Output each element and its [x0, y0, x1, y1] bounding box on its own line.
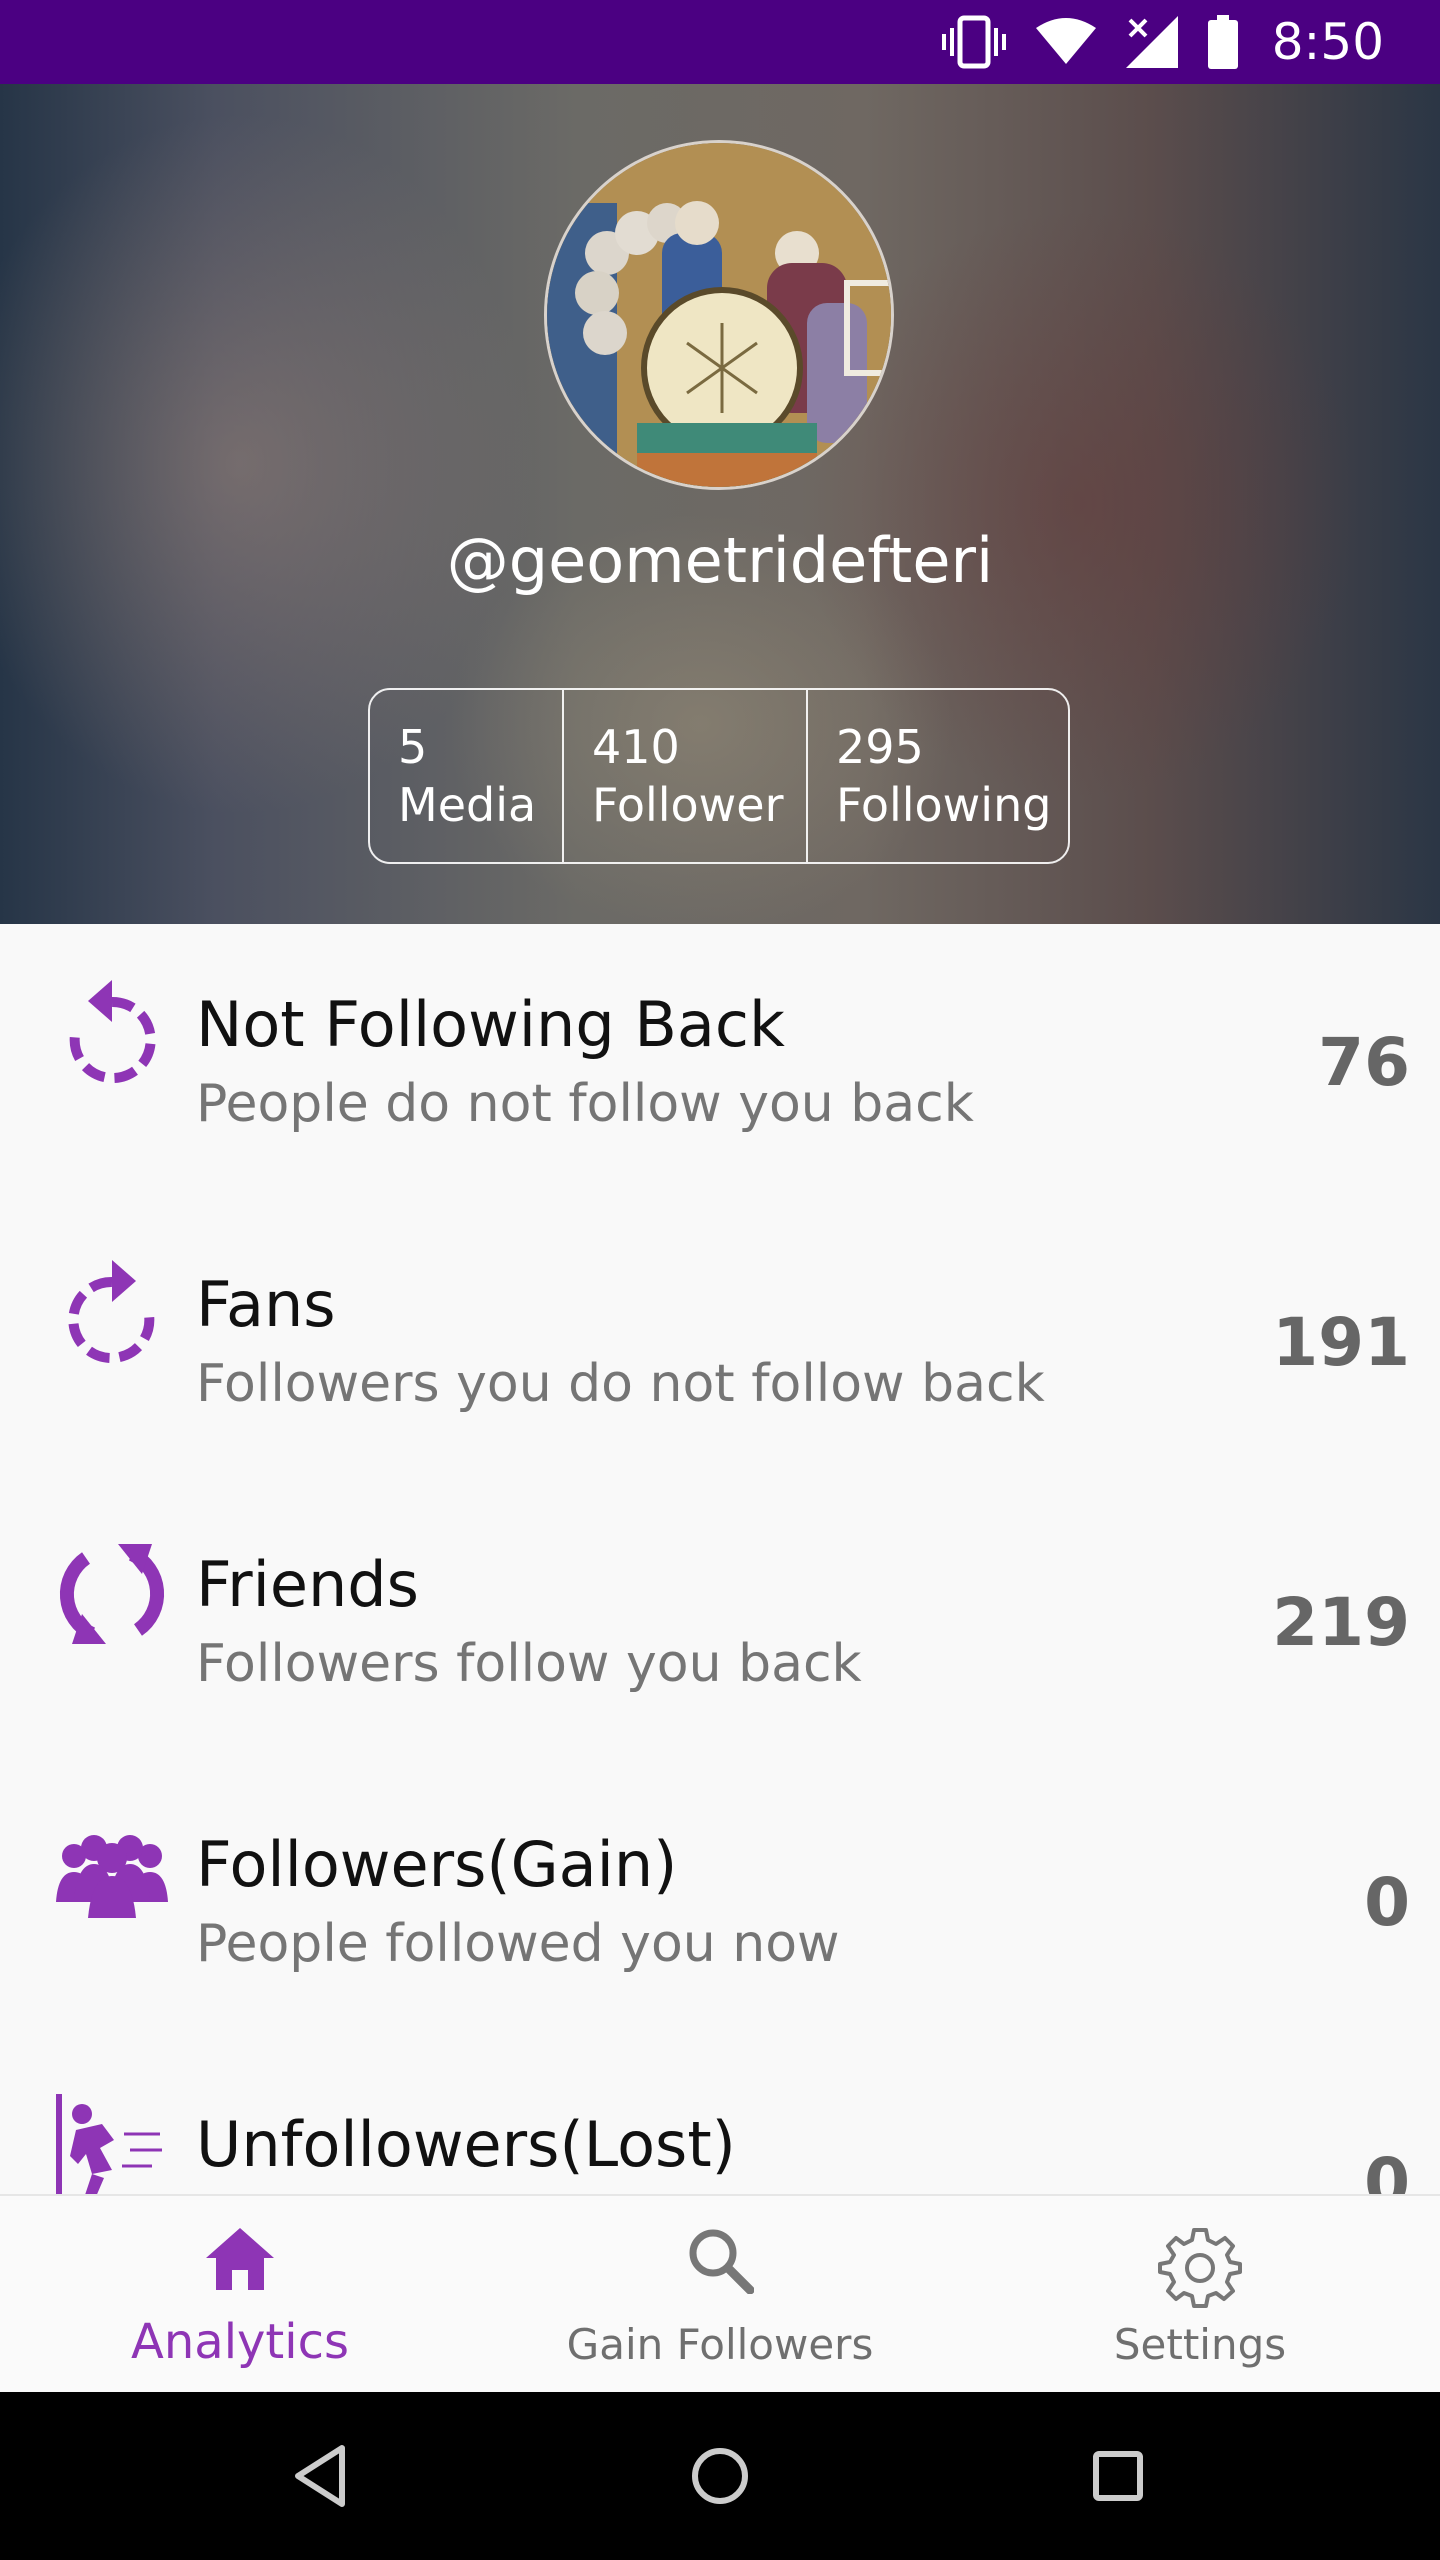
stat-following-label: Following	[836, 778, 1052, 832]
status-bar: 8:50	[0, 0, 1440, 84]
signal-icon	[1125, 16, 1178, 68]
home-circle-icon[interactable]	[678, 2434, 762, 2518]
stat-follower-value: 410	[592, 720, 680, 774]
nav-tab-gain-followers[interactable]: Gain Followers	[480, 2196, 960, 2394]
gear-icon	[960, 2226, 1440, 2315]
stat-media-label: Media	[398, 778, 537, 832]
nav-tab-settings[interactable]: Settings	[960, 2196, 1440, 2394]
nav-label: Gain Followers	[566, 2320, 874, 2369]
list-item-count: 0	[1364, 2144, 1410, 2194]
profile-stats: 5 Media 410 Follower 295 Following	[368, 688, 1070, 864]
reload-cw-icon	[52, 1254, 172, 1374]
username: @geometridefteri	[446, 524, 994, 597]
sync-icon	[52, 1534, 172, 1654]
list-item-followers-gain[interactable]: Followers(Gain) People followed you now …	[0, 1764, 1440, 2044]
list-item-subtitle: Followers you do not follow back	[196, 1354, 1045, 1414]
nav-tab-analytics[interactable]: Analytics	[0, 2196, 480, 2394]
list-item-title: Followers(Gain)	[196, 1828, 678, 1901]
wifi-icon	[1035, 18, 1096, 66]
running-man-icon	[52, 2094, 172, 2194]
analytics-list: Not Following Back People do not follow …	[0, 924, 1440, 2194]
nav-label: Analytics	[131, 2314, 349, 2370]
search-icon	[480, 2226, 960, 2299]
profile-header: @geometridefteri 5 Media 410 Follower 29…	[0, 84, 1440, 924]
list-item-title: Not Following Back	[196, 988, 785, 1061]
list-item-subtitle: People do not follow you back	[196, 1074, 974, 1134]
recents-icon[interactable]	[1076, 2434, 1160, 2518]
back-icon[interactable]	[280, 2434, 364, 2518]
stat-following-value: 295	[836, 720, 924, 774]
group-icon	[52, 1814, 172, 1934]
stat-media[interactable]: 5 Media	[370, 690, 562, 862]
stat-follower[interactable]: 410 Follower	[562, 690, 806, 862]
list-item-unfollowers-lost[interactable]: Unfollowers(Lost) 0	[0, 2044, 1440, 2194]
list-item-not-following-back[interactable]: Not Following Back People do not follow …	[0, 924, 1440, 1204]
reload-ccw-icon	[52, 974, 172, 1094]
list-item-title: Fans	[196, 1268, 336, 1341]
list-item-count: 76	[1318, 1024, 1410, 1101]
system-navigation-bar	[0, 2392, 1440, 2560]
list-item-title: Unfollowers(Lost)	[196, 2108, 736, 2181]
avatar[interactable]	[544, 140, 894, 490]
bottom-navigation: Analytics Gain Followers Settings	[0, 2194, 1440, 2392]
list-item-title: Friends	[196, 1548, 419, 1621]
list-item-subtitle: People followed you now	[196, 1914, 840, 1974]
list-item-subtitle: Followers follow you back	[196, 1634, 862, 1694]
battery-icon	[1207, 15, 1238, 69]
stat-media-value: 5	[398, 720, 428, 774]
stat-follower-label: Follower	[592, 778, 784, 832]
stat-following[interactable]: 295 Following	[806, 690, 1068, 862]
status-time: 8:50	[1271, 13, 1384, 71]
list-item-count: 219	[1272, 1584, 1410, 1661]
list-item-count: 191	[1272, 1304, 1410, 1381]
vibrate-icon	[941, 14, 1006, 70]
list-item-count: 0	[1364, 1864, 1410, 1941]
list-item-friends[interactable]: Friends Followers follow you back 219	[0, 1484, 1440, 1764]
nav-label: Settings	[1113, 2320, 1287, 2369]
home-icon	[0, 2226, 480, 2297]
list-item-fans[interactable]: Fans Followers you do not follow back 19…	[0, 1204, 1440, 1484]
